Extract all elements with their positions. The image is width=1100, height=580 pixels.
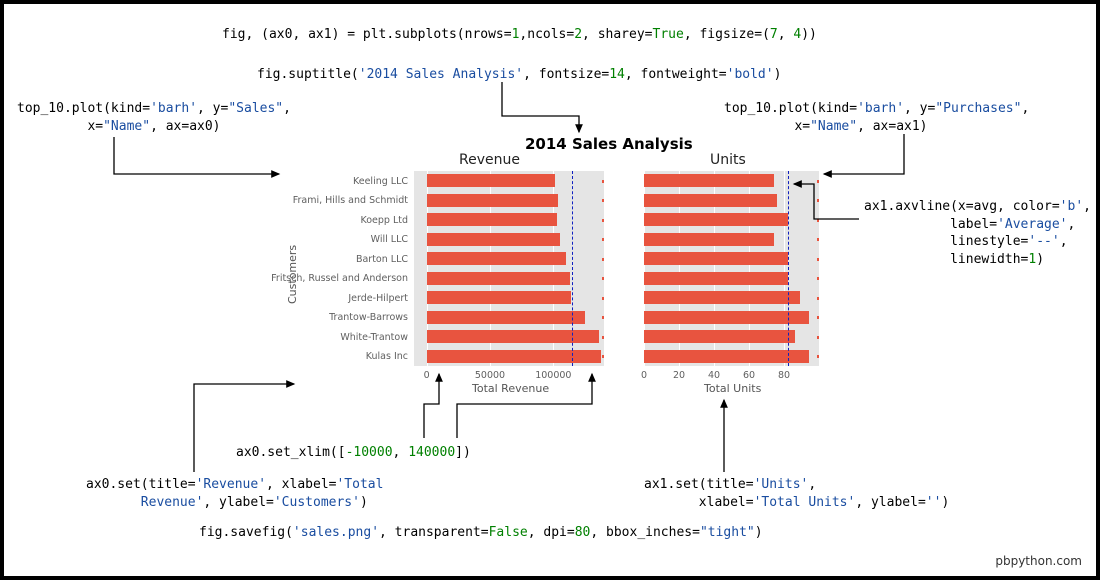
diagram-frame: fig, (ax0, ax1) = plt.subplots(nrows=1,n… — [0, 0, 1100, 580]
annotation-arrows — [4, 4, 1100, 580]
credit: pbpython.com — [995, 554, 1082, 568]
